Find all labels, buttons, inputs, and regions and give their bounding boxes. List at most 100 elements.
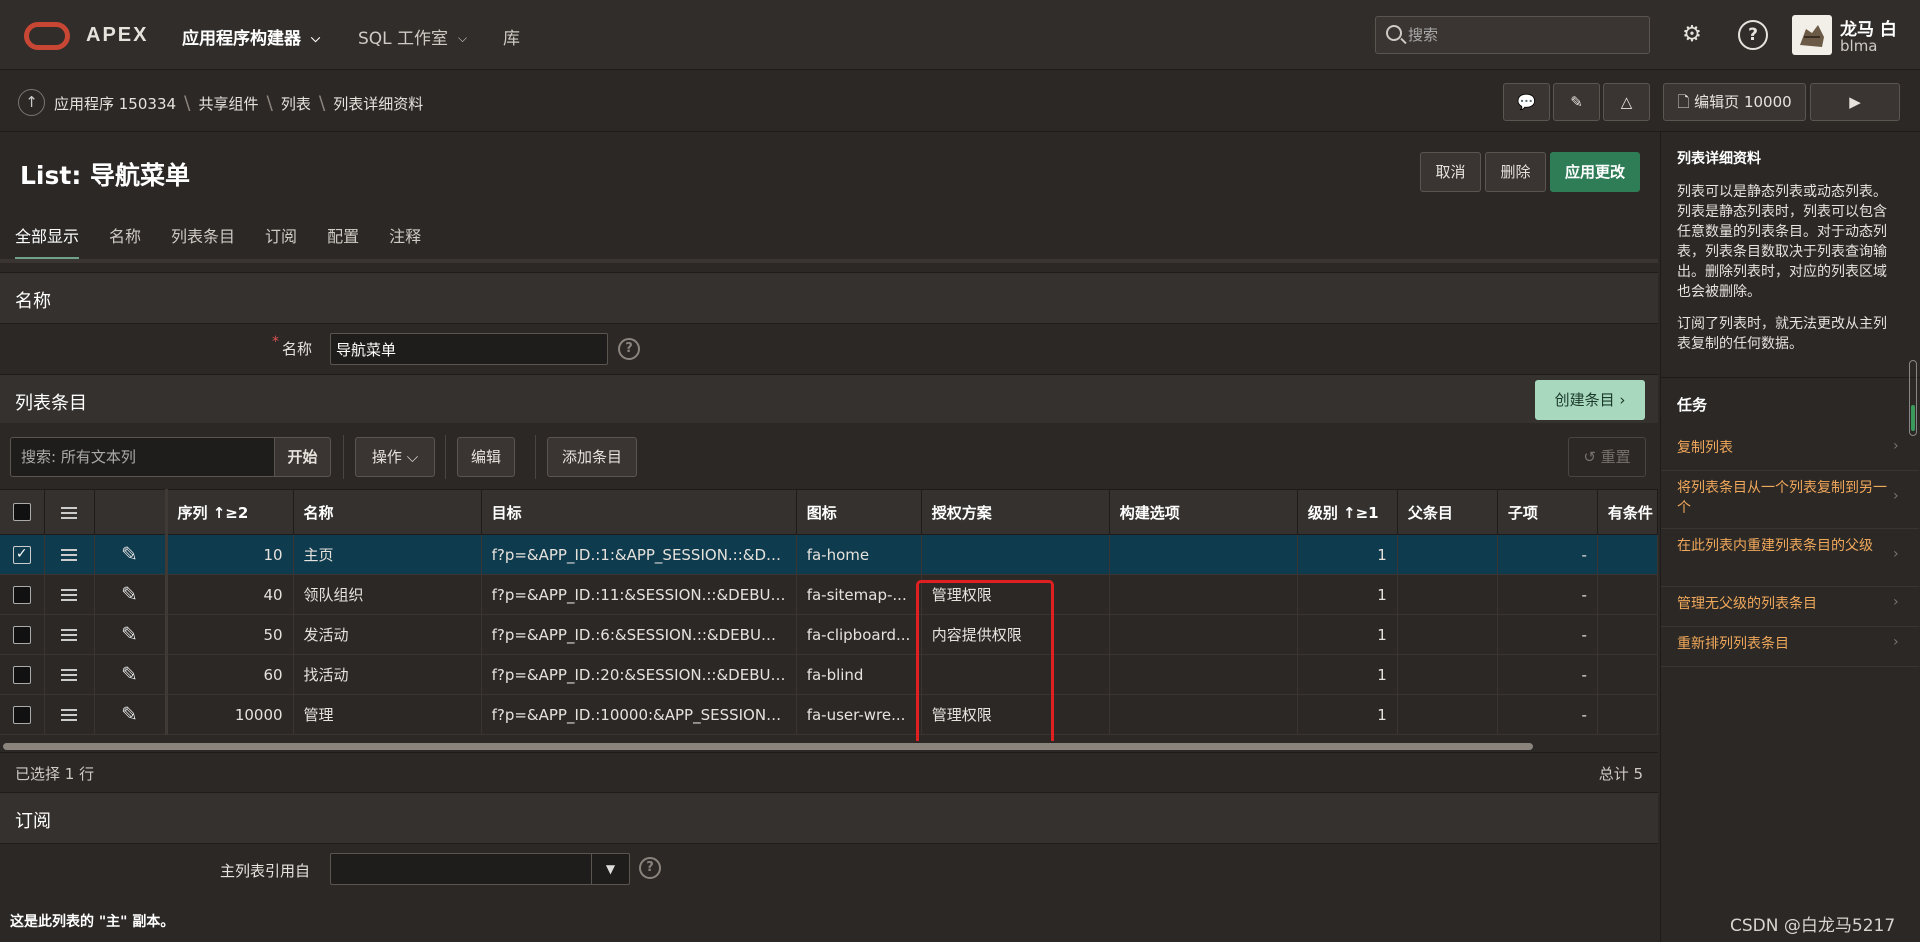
task-copy-entries[interactable]: 将列表条目从一个列表复制到另一个 <box>1677 478 1887 518</box>
cell-seq[interactable]: 10000 <box>166 694 294 735</box>
row-menu-cell[interactable] <box>44 694 95 735</box>
cell-icon[interactable]: fa-user-wre... <box>796 694 922 735</box>
tab-list-entries[interactable]: 列表条目 <box>171 224 235 260</box>
table-row[interactable]: ✎ 40 领队组织 f?p=&APP_ID.:11:&SESSION.::&DE… <box>0 574 1658 615</box>
cell-parent[interactable] <box>1397 574 1498 615</box>
pencil-icon[interactable]: ✎ <box>121 624 138 644</box>
breadcrumb-shared-components[interactable]: 共享组件 <box>198 95 258 113</box>
help-icon[interactable]: ? <box>618 338 640 360</box>
cell-parent[interactable] <box>1397 654 1498 695</box>
help-icon[interactable]: ? <box>639 857 661 879</box>
cell-level[interactable]: 1 <box>1297 654 1398 695</box>
row-edit-cell[interactable]: ✎ <box>94 694 168 735</box>
cell-level[interactable]: 1 <box>1297 694 1398 735</box>
cell-name[interactable]: 领队组织 <box>293 574 482 615</box>
cell-authorization[interactable]: 管理权限 <box>921 574 1110 615</box>
global-search[interactable] <box>1375 16 1650 54</box>
row-edit-cell[interactable]: ✎ <box>94 614 168 655</box>
cell-parent[interactable] <box>1397 694 1498 735</box>
cell-name[interactable]: 发活动 <box>293 614 482 655</box>
row-menu-cell[interactable] <box>44 614 95 655</box>
cell-child[interactable]: - <box>1497 534 1598 575</box>
breadcrumb-lists[interactable]: 列表 <box>281 95 311 113</box>
scrollbar-thumb[interactable] <box>3 743 1533 750</box>
cell-icon[interactable]: fa-clipboard... <box>796 614 922 655</box>
row-select-cell[interactable] <box>0 614 45 655</box>
cell-seq[interactable]: 60 <box>166 654 294 695</box>
cell-target[interactable]: f?p=&APP_ID.:1:&APP_SESSION.::&DEBUG.::: <box>481 534 797 575</box>
cell-build-option[interactable] <box>1109 574 1298 615</box>
pencil-icon[interactable]: ✎ <box>121 584 138 604</box>
row-checkbox[interactable] <box>12 665 31 684</box>
menu-icon[interactable] <box>61 669 77 681</box>
task-reorder-entries[interactable]: 重新排列列表条目 <box>1677 634 1887 654</box>
cell-name[interactable]: 主页 <box>293 534 482 575</box>
select-all-checkbox[interactable] <box>12 503 31 522</box>
column-header-conditional[interactable]: 有条件 <box>1597 489 1658 535</box>
menu-icon[interactable] <box>61 629 77 641</box>
menu-sql-workshop[interactable]: SQL 工作室 ⌵ <box>358 24 467 49</box>
cell-conditional[interactable] <box>1597 654 1658 695</box>
cell-level[interactable]: 1 <box>1297 614 1398 655</box>
cell-authorization[interactable] <box>921 654 1110 695</box>
cell-target[interactable]: f?p=&APP_ID.:6:&SESSION.::&DEBUG.:::: <box>481 614 797 655</box>
cell-parent[interactable] <box>1397 534 1498 575</box>
cell-conditional[interactable] <box>1597 534 1658 575</box>
table-row[interactable]: ✓ ✎ 10 主页 f?p=&APP_ID.:1:&APP_SESSION.::… <box>0 534 1658 575</box>
column-header-level[interactable]: 级别 ↑≥1 <box>1297 489 1398 535</box>
cell-build-option[interactable] <box>1109 534 1298 575</box>
column-header-parent[interactable]: 父条目 <box>1397 489 1498 535</box>
column-header-child[interactable]: 子项 <box>1497 489 1598 535</box>
cell-conditional[interactable] <box>1597 694 1658 735</box>
tab-show-all[interactable]: 全部显示 <box>15 224 80 260</box>
chevron-down-icon[interactable]: ▼ <box>591 854 629 884</box>
cancel-button[interactable]: 取消 <box>1420 152 1481 192</box>
column-header-icon[interactable]: 图标 <box>796 489 922 535</box>
table-row[interactable]: ✎ 10000 管理 f?p=&APP_ID.:10000:&APP_SESSI… <box>0 694 1658 735</box>
breadcrumb-app[interactable]: 应用程序 150334 <box>54 95 176 113</box>
cell-seq[interactable]: 10 <box>166 534 294 575</box>
scrollbar-thumb[interactable] <box>1911 405 1915 431</box>
check-icon[interactable]: ✓ <box>12 545 31 564</box>
arrow-up-icon[interactable]: ↑ <box>18 89 45 116</box>
column-header-name[interactable]: 名称 <box>293 489 482 535</box>
cell-build-option[interactable] <box>1109 654 1298 695</box>
menu-icon[interactable] <box>61 709 77 721</box>
cell-authorization[interactable] <box>921 534 1110 575</box>
master-list-select[interactable]: ▼ <box>330 853 630 885</box>
task-manage-orphans[interactable]: 管理无父级的列表条目 <box>1677 594 1887 614</box>
sidebar-scrollbar[interactable] <box>1909 360 1917 436</box>
row-select-cell[interactable] <box>0 574 45 615</box>
row-checkbox[interactable] <box>12 625 31 644</box>
shapes-icon[interactable]: △ <box>1603 83 1650 121</box>
cell-name[interactable]: 管理 <box>293 694 482 735</box>
cell-icon[interactable]: fa-home <box>796 534 922 575</box>
user-id[interactable]: blma <box>1840 37 1878 55</box>
menu-icon[interactable] <box>61 549 77 561</box>
cell-target[interactable]: f?p=&APP_ID.:11:&SESSION.::&DEBUG.:::: <box>481 574 797 615</box>
row-select-cell[interactable]: ✓ <box>0 534 45 575</box>
table-row[interactable]: ✎ 50 发活动 f?p=&APP_ID.:6:&SESSION.::&DEBU… <box>0 614 1658 655</box>
tab-comments[interactable]: 注释 <box>389 224 421 260</box>
help-icon[interactable]: ? <box>1738 20 1768 50</box>
apex-logo-text[interactable]: APEX <box>86 24 148 47</box>
comment-icon[interactable]: 💬 <box>1503 83 1550 121</box>
cell-icon[interactable]: fa-sitemap-... <box>796 574 922 615</box>
run-page-button[interactable]: ▶ <box>1810 83 1900 121</box>
oracle-logo-icon[interactable] <box>24 22 70 50</box>
create-entry-button[interactable]: 创建条目 › <box>1535 380 1645 420</box>
cell-child[interactable]: - <box>1497 694 1598 735</box>
cell-seq[interactable]: 50 <box>166 614 294 655</box>
cell-seq[interactable]: 40 <box>166 574 294 615</box>
go-button[interactable]: 开始 <box>274 437 331 477</box>
menu-gallery[interactable]: 库 <box>503 24 520 49</box>
select-all-header[interactable] <box>0 489 45 535</box>
add-entry-button[interactable]: 添加条目 <box>547 437 637 477</box>
cell-child[interactable]: - <box>1497 614 1598 655</box>
row-checkbox[interactable] <box>12 705 31 724</box>
row-menu-cell[interactable] <box>44 654 95 695</box>
tab-name[interactable]: 名称 <box>109 224 141 260</box>
row-edit-cell[interactable]: ✎ <box>94 654 168 695</box>
global-search-input[interactable] <box>1408 19 1643 51</box>
cell-level[interactable]: 1 <box>1297 574 1398 615</box>
